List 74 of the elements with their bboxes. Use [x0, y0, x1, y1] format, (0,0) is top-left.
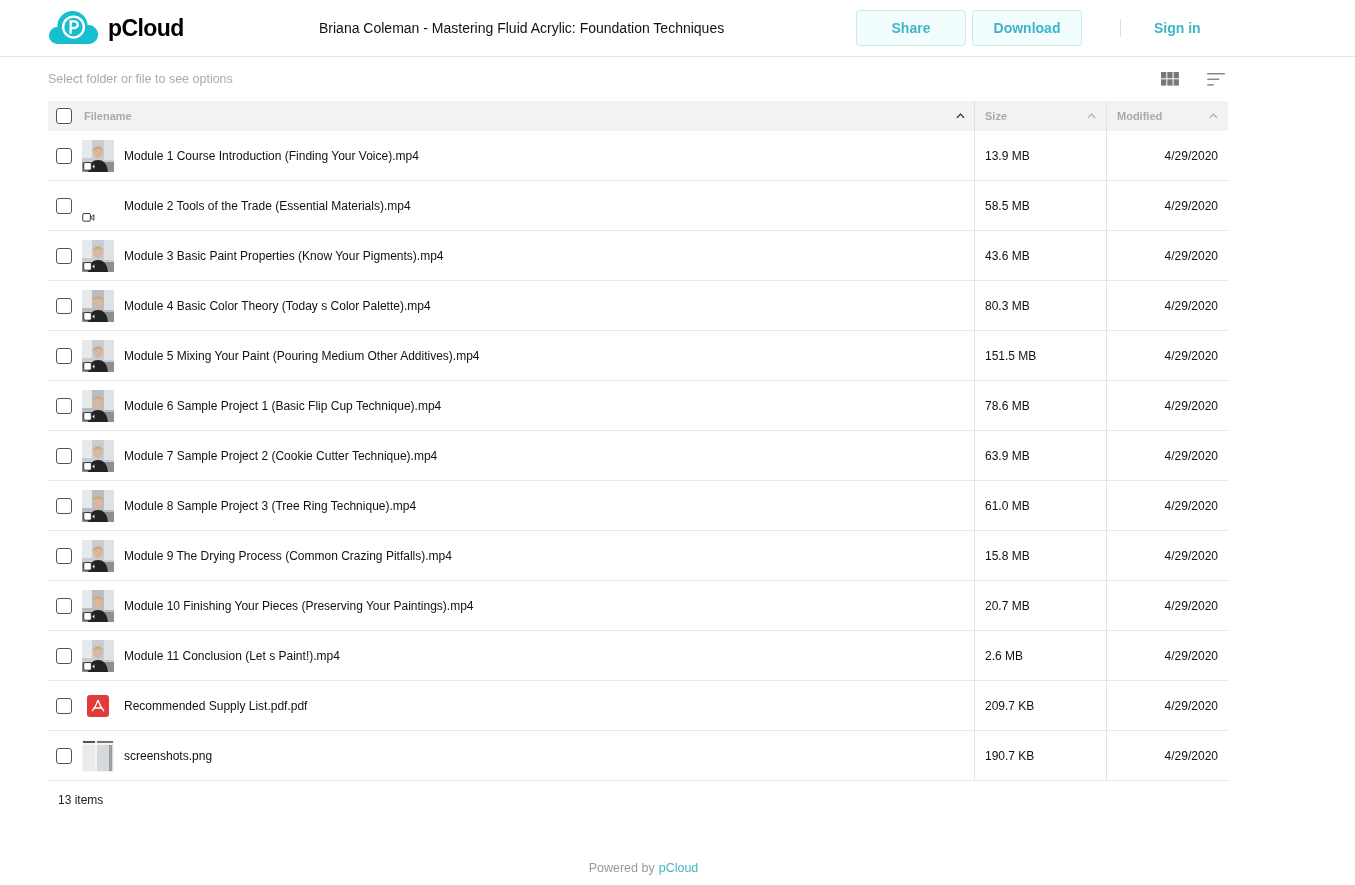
video-camera-icon	[83, 661, 96, 671]
file-name[interactable]: Module 8 Sample Project 3 (Tree Ring Technique).mp4	[124, 496, 417, 515]
selection-hint: Select folder or file to see options	[48, 70, 234, 88]
video-camera-icon	[83, 261, 96, 271]
file-size: 2.6 MB	[985, 647, 1023, 665]
pdf-icon	[87, 694, 109, 717]
file-name[interactable]: Recommended Supply List.pdf.pdf	[124, 696, 308, 715]
sort-caret-icon[interactable]	[956, 113, 965, 119]
checkbox[interactable]	[56, 197, 72, 214]
file-size: 63.9 MB	[985, 447, 1030, 465]
modified-date: 4/29/2020	[1164, 497, 1218, 515]
checkbox[interactable]	[56, 697, 72, 714]
checkbox[interactable]	[56, 108, 72, 124]
checkbox[interactable]	[56, 147, 72, 164]
modified-date: 4/29/2020	[1164, 447, 1218, 465]
checkbox[interactable]	[56, 397, 72, 414]
checkbox[interactable]	[56, 547, 72, 564]
cloud-logo-icon	[47, 11, 100, 45]
file-size: 43.6 MB	[985, 247, 1030, 265]
file-size: 190.7 KB	[985, 747, 1035, 765]
file-size: 209.7 KB	[985, 697, 1035, 715]
file-name[interactable]: Module 9 The Drying Process (Common Crazing Pitfalls).mp4	[124, 546, 452, 565]
file-name[interactable]: Module 3 Basic Paint Properties (Know Your Pigments).mp4	[124, 246, 444, 265]
checkbox[interactable]	[56, 347, 72, 364]
modified-date: 4/29/2020	[1164, 597, 1218, 615]
video-camera-icon	[83, 361, 96, 371]
modified-date: 4/29/2020	[1164, 747, 1218, 765]
file-name[interactable]: Module 11 Conclusion (Let s Paint!).mp4	[124, 646, 340, 665]
video-camera-icon	[83, 161, 96, 171]
file-size: 13.9 MB	[985, 147, 1030, 165]
checkbox[interactable]	[56, 447, 72, 464]
modified-date: 4/29/2020	[1164, 647, 1218, 665]
file-name[interactable]: Module 10 Finishing Your Pieces (Preserving Your Paintings).mp4	[124, 596, 474, 615]
file-name[interactable]: Module 4 Basic Color Theory (Today s Color Palette).mp4	[124, 296, 431, 315]
video-camera-icon	[83, 511, 96, 521]
modified-date: 4/29/2020	[1164, 547, 1218, 565]
video-camera-icon	[83, 561, 96, 571]
video-camera-icon	[83, 411, 96, 421]
file-name[interactable]: screenshots.png	[124, 746, 213, 765]
powered-by-text: Powered by	[588, 860, 655, 878]
modified-date: 4/29/2020	[1164, 297, 1218, 315]
checkbox[interactable]	[56, 647, 72, 664]
file-size: 80.3 MB	[985, 297, 1030, 315]
file-size: 78.6 MB	[985, 397, 1030, 415]
page-title: Briana Coleman - Mastering Fluid Acrylic: Foundation Techniques	[319, 18, 726, 38]
file-name[interactable]: Module 1 Course Introduction (Finding Your Voice).mp4	[124, 146, 419, 165]
checkbox[interactable]	[56, 297, 72, 314]
file-name[interactable]: Module 7 Sample Project 2 (Cookie Cutter Technique).mp4	[124, 446, 438, 465]
checkbox[interactable]	[56, 497, 72, 514]
file-name[interactable]: Module 5 Mixing Your Paint (Pouring Medium Other Additives).mp4	[124, 346, 480, 365]
modified-date: 4/29/2020	[1164, 697, 1218, 715]
item-count: 13 items	[58, 792, 104, 809]
video-camera-icon	[83, 461, 96, 471]
grid-view-icon[interactable]	[1161, 72, 1179, 86]
video-camera-icon	[83, 311, 96, 321]
modified-date: 4/29/2020	[1164, 347, 1218, 365]
sort-icon[interactable]	[1207, 72, 1226, 86]
modified-date: 4/29/2020	[1164, 147, 1218, 165]
file-size: 15.8 MB	[985, 547, 1030, 565]
video-camera-icon	[83, 611, 96, 621]
video-camera-icon	[82, 212, 95, 222]
checkbox[interactable]	[56, 747, 72, 764]
checkbox[interactable]	[56, 597, 72, 614]
file-name[interactable]: Module 2 Tools of the Trade (Essential Materials).mp4	[124, 196, 411, 215]
file-size: 58.5 MB	[985, 197, 1030, 215]
modified-date: 4/29/2020	[1164, 247, 1218, 265]
file-size: 20.7 MB	[985, 597, 1030, 615]
file-name[interactable]: Module 6 Sample Project 1 (Basic Flip Cup Technique).mp4	[124, 396, 442, 415]
checkbox[interactable]	[56, 247, 72, 264]
modified-date: 4/29/2020	[1164, 197, 1218, 215]
logo-text: pCloud	[108, 13, 184, 43]
modified-date: 4/29/2020	[1164, 397, 1218, 415]
file-size: 151.5 MB	[985, 347, 1037, 365]
file-size: 61.0 MB	[985, 497, 1030, 515]
